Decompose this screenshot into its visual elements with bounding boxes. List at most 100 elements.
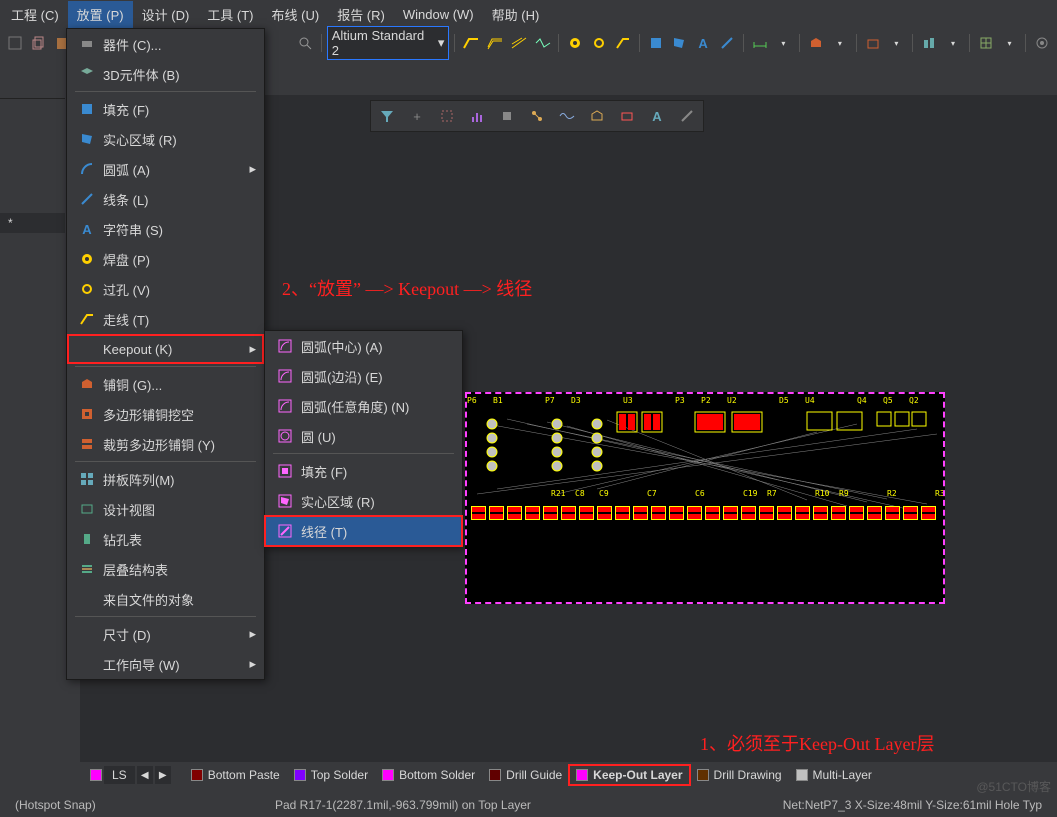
search-icon[interactable] — [294, 32, 316, 54]
dim-dd-icon[interactable]: ▾ — [773, 32, 795, 54]
menu-route[interactable]: 布线 (U) — [263, 1, 329, 28]
menu-item-stackup[interactable]: 层叠结构表 — [67, 554, 264, 584]
submenu-arc-center[interactable]: 圆弧(中心) (A) — [265, 331, 462, 361]
line2-icon[interactable] — [675, 105, 699, 127]
route-retrace-icon[interactable] — [532, 32, 554, 54]
pad — [669, 506, 684, 520]
menu-item-arc[interactable]: 圆弧 (A)▸ — [67, 154, 264, 184]
align-icon[interactable] — [918, 32, 940, 54]
pcb-board[interactable]: P6B1P7D3U3P3P2U2D5U4Q4Q5Q2 R21C8C9C7C6C1… — [465, 392, 945, 604]
layer-tab-bottom-solder[interactable]: Bottom Solder — [376, 766, 481, 784]
menu-report[interactable]: 报告 (R) — [328, 1, 394, 28]
gr-dd-icon[interactable]: ▾ — [999, 32, 1021, 54]
grid-icon[interactable] — [975, 32, 997, 54]
menu-item-from-file[interactable]: 来自文件的对象 — [67, 584, 264, 614]
menu-tools[interactable]: 工具 (T) — [198, 1, 262, 28]
menu-item-wizard[interactable]: 工作向导 (W)▸ — [67, 649, 264, 679]
route-diff-icon[interactable] — [484, 32, 506, 54]
menu-item-fill[interactable]: 填充 (F) — [67, 94, 264, 124]
layer-tab-drill-guide[interactable]: Drill Guide — [483, 766, 568, 784]
menu-place[interactable]: 放置 (P) — [68, 1, 133, 28]
fill-icon[interactable] — [645, 32, 667, 54]
separator — [75, 91, 256, 92]
menu-help[interactable]: 帮助 (H) — [483, 1, 549, 28]
filter-icon[interactable] — [375, 105, 399, 127]
layer-selector[interactable]: Altium Standard 2 ▾ — [327, 26, 450, 60]
menu-item-design-view[interactable]: 设计视图 — [67, 494, 264, 524]
layer-set-button[interactable]: LS — [104, 766, 135, 784]
scroll-left-button[interactable]: ◀ — [137, 766, 153, 784]
room-icon[interactable] — [862, 32, 884, 54]
string-icon[interactable]: A — [692, 32, 714, 54]
component-ref: R2 — [887, 489, 897, 498]
net-icon[interactable] — [525, 105, 549, 127]
menu-item-dimension[interactable]: 尺寸 (D)▸ — [67, 619, 264, 649]
layer-tab-top-solder[interactable]: Top Solder — [288, 766, 374, 784]
room-dd-icon[interactable]: ▾ — [886, 32, 908, 54]
pad — [579, 506, 594, 520]
menu-item-keepout[interactable]: Keepout (K)▸ — [67, 334, 264, 364]
submenu-arc-edge[interactable]: 圆弧(边沿) (E) — [265, 361, 462, 391]
menu-window[interactable]: Window (W) — [394, 3, 483, 26]
document-tab[interactable]: * — [0, 213, 65, 233]
submenu-region[interactable]: 实心区域 (R) — [265, 486, 462, 516]
copy-icon[interactable] — [28, 32, 50, 54]
poly-dd-icon[interactable]: ▾ — [829, 32, 851, 54]
pad-icon[interactable] — [564, 32, 586, 54]
menu-item-panel-array[interactable]: 拼板阵列(M) — [67, 464, 264, 494]
pad — [921, 506, 936, 520]
layer-tab-drill-drawing[interactable]: Drill Drawing — [691, 766, 788, 784]
polygon-icon[interactable] — [805, 32, 827, 54]
text-a-icon[interactable]: A — [645, 105, 669, 127]
menu-design[interactable]: 设计 (D) — [133, 1, 199, 28]
menubar: 工程 (C) 放置 (P) 设计 (D) 工具 (T) 布线 (U) 报告 (R… — [0, 0, 1057, 28]
scroll-right-button[interactable]: ▶ — [155, 766, 171, 784]
menu-item-string[interactable]: A字符串 (S) — [67, 214, 264, 244]
select-icon[interactable] — [435, 105, 459, 127]
submenu-fill[interactable]: 填充 (F) — [265, 456, 462, 486]
submenu-arrow-icon: ▸ — [249, 656, 256, 672]
track-icon[interactable] — [612, 32, 634, 54]
menu-item-polygon[interactable]: 铺铜 (G)... — [67, 369, 264, 399]
pad — [849, 506, 864, 520]
route-multi-icon[interactable] — [508, 32, 530, 54]
menu-item-region[interactable]: 实心区域 (R) — [67, 124, 264, 154]
bars-icon[interactable] — [465, 105, 489, 127]
menu-item-track[interactable]: 走线 (T) — [67, 304, 264, 334]
save-icon[interactable] — [4, 32, 26, 54]
submenu-arc-any[interactable]: 圆弧(任意角度) (N) — [265, 391, 462, 421]
al-dd-icon[interactable]: ▾ — [942, 32, 964, 54]
wave-icon[interactable] — [555, 105, 579, 127]
component-ref: Q4 — [857, 396, 867, 405]
menu-item-line[interactable]: 线条 (L) — [67, 184, 264, 214]
polygon-f-icon[interactable] — [585, 105, 609, 127]
menu-item-3dbody[interactable]: 3D元件体 (B) — [67, 59, 264, 89]
via-icon[interactable] — [588, 32, 610, 54]
menu-item-drill-table[interactable]: 钻孔表 — [67, 524, 264, 554]
annotation-1: 1、必须至于Keep-Out Layer层 — [700, 730, 934, 756]
gear-icon[interactable] — [1031, 32, 1053, 54]
route-icon[interactable] — [460, 32, 482, 54]
menu-item-poly-cutout[interactable]: 多边形铺铜挖空 — [67, 399, 264, 429]
menu-item-via[interactable]: 过孔 (V) — [67, 274, 264, 304]
menu-item-poly-slice[interactable]: 裁剪多边形铺铜 (Y) — [67, 429, 264, 459]
chip-icon[interactable] — [495, 105, 519, 127]
line-icon[interactable] — [716, 32, 738, 54]
arc-edge-icon — [273, 369, 297, 383]
separator — [1025, 34, 1026, 52]
layer-tab-bottom-paste[interactable]: Bottom Paste — [185, 766, 286, 784]
layer-tab-multi-layer[interactable]: Multi-Layer — [790, 766, 878, 784]
menu-item-component[interactable]: 器件 (C)... — [67, 29, 264, 59]
menu-project[interactable]: 工程 (C) — [2, 1, 68, 28]
plus-icon[interactable]: + — [405, 105, 429, 127]
pad — [615, 506, 630, 520]
pad — [489, 506, 504, 520]
menu-item-pad[interactable]: 焊盘 (P) — [67, 244, 264, 274]
submenu-circle[interactable]: 圆 (U) — [265, 421, 462, 451]
rect-icon[interactable] — [615, 105, 639, 127]
dimension-icon[interactable] — [749, 32, 771, 54]
submenu-track[interactable]: 线径 (T) — [265, 516, 462, 546]
pad-bottom-row — [467, 506, 943, 524]
layer-tab-keep-out-layer[interactable]: Keep-Out Layer — [570, 766, 688, 784]
region-icon[interactable] — [668, 32, 690, 54]
